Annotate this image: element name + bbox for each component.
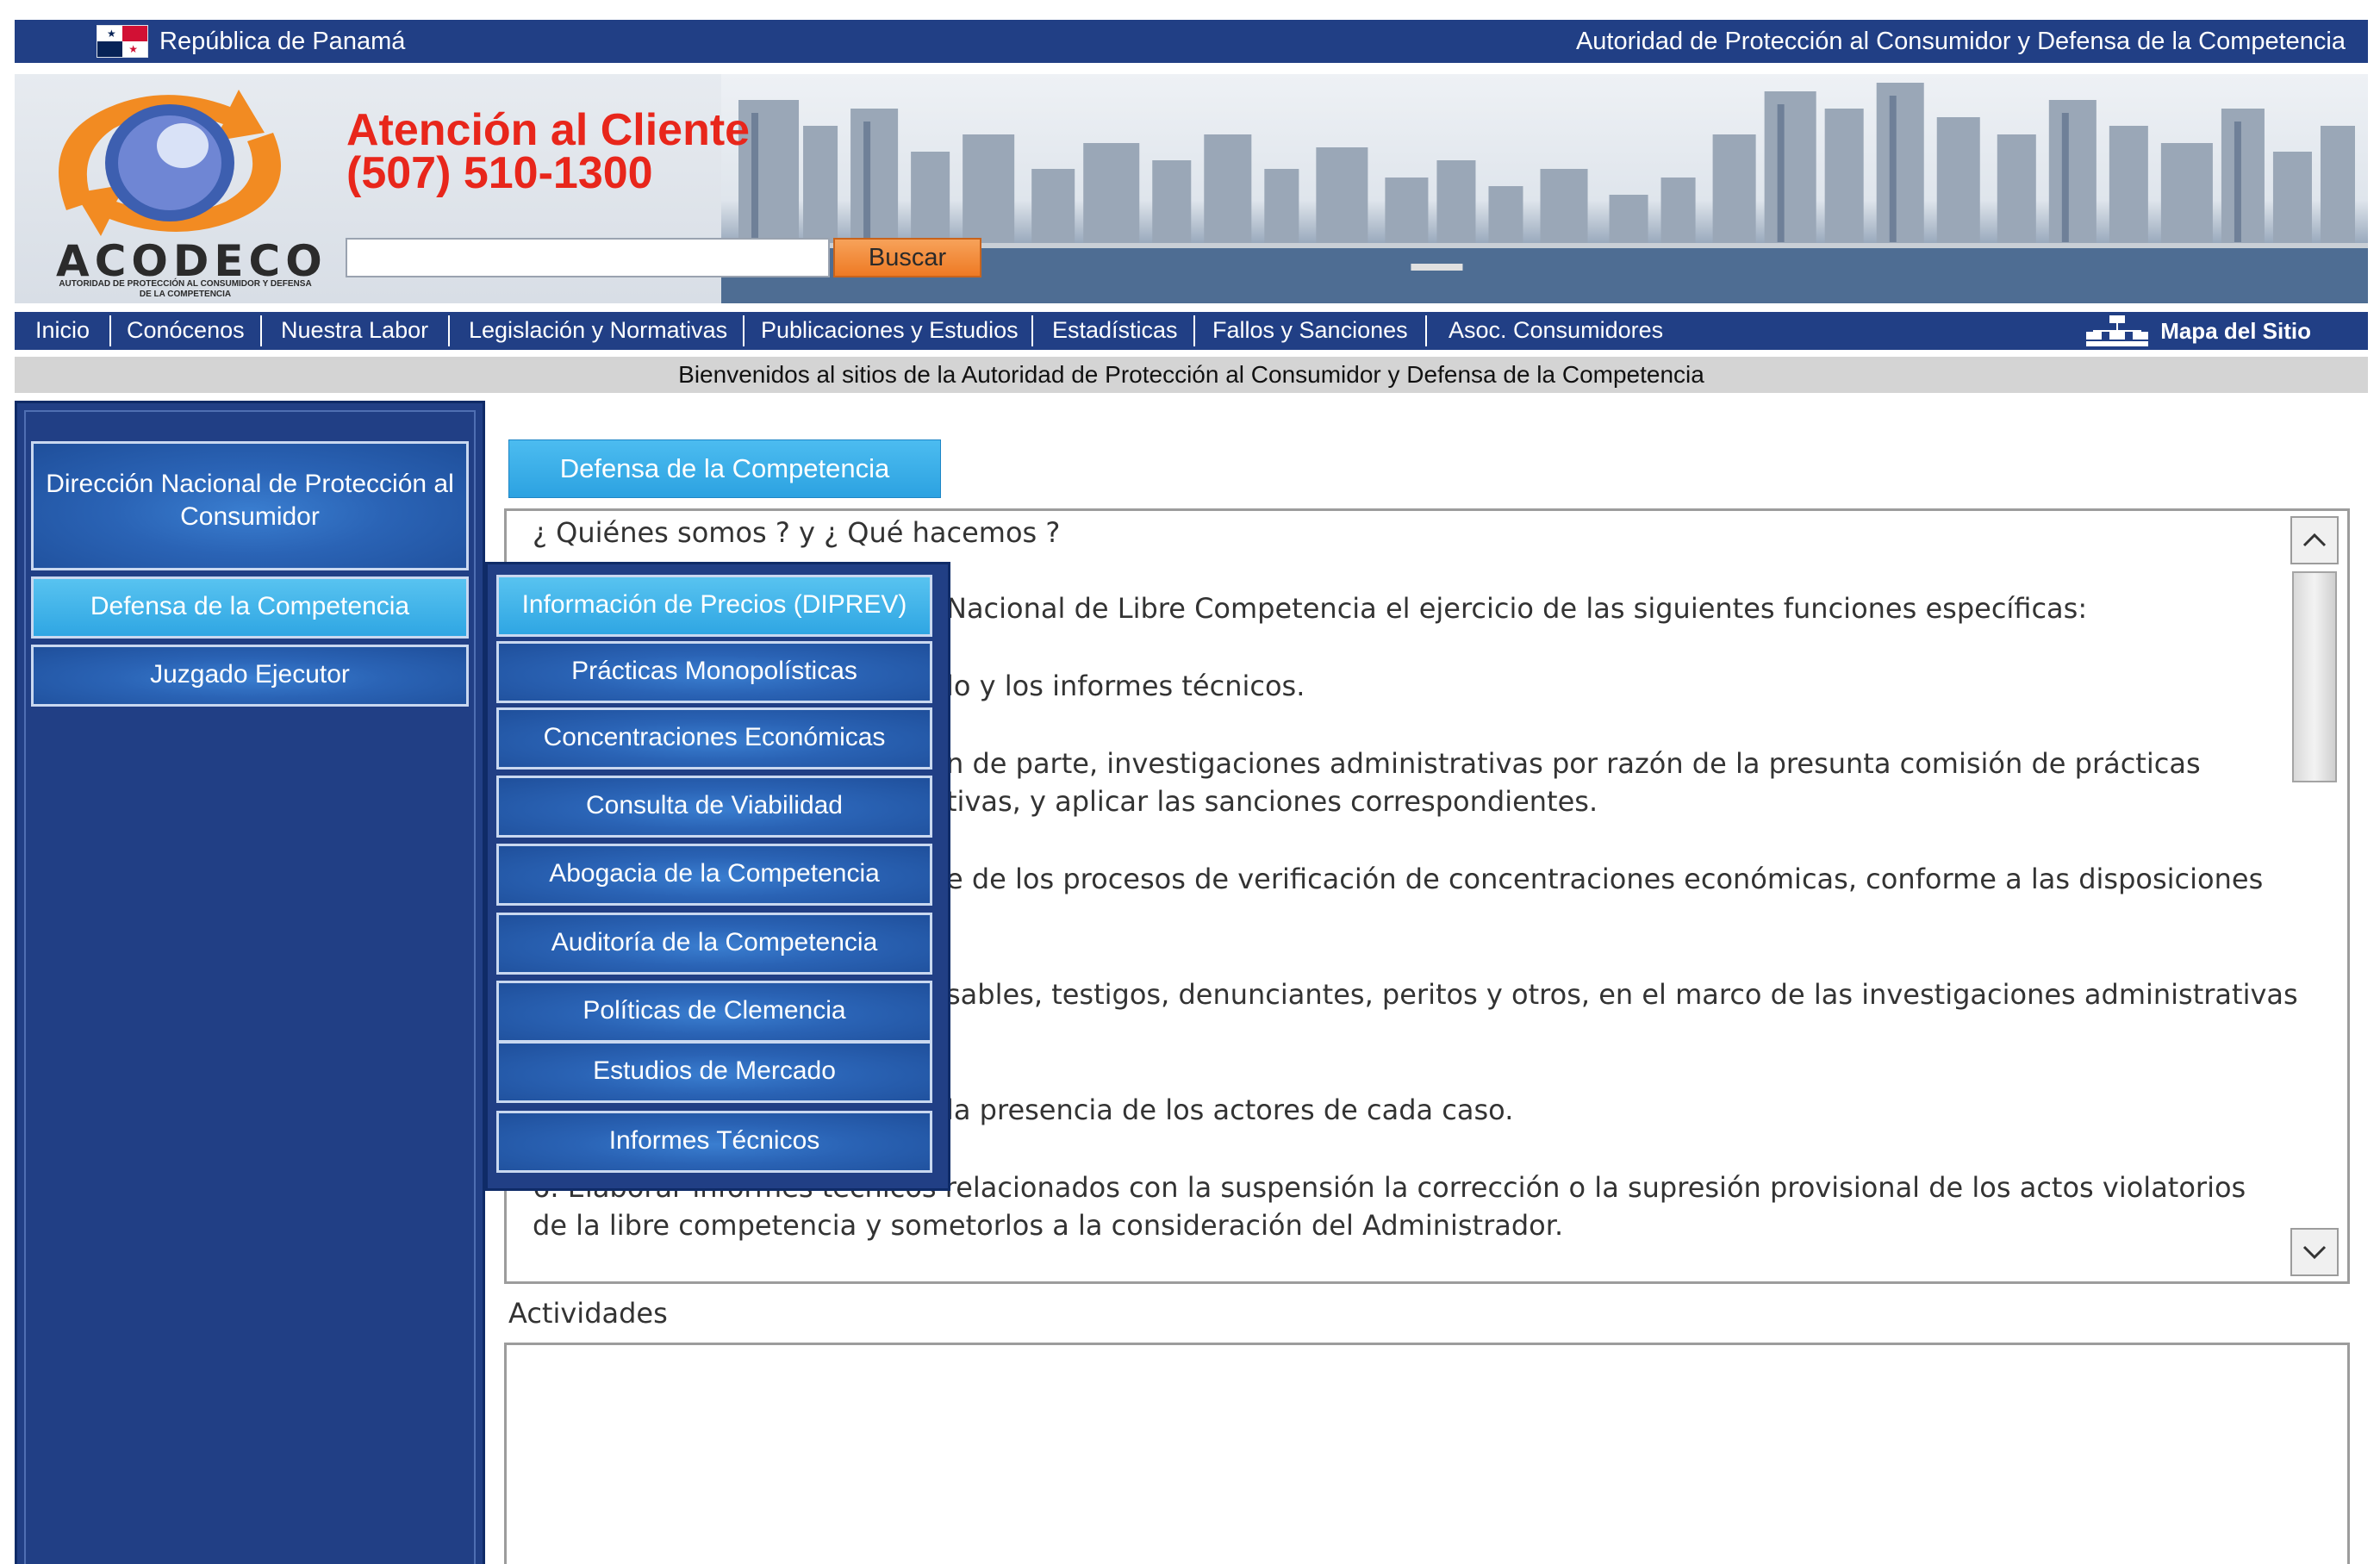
panama-flag-icon: ★ ★ <box>97 25 148 58</box>
submenu-item-abogacia[interactable]: Abogacia de la Competencia <box>496 844 932 906</box>
submenu-item-label: Consulta de Viabilidad <box>586 791 843 819</box>
sidebar-item-label: Defensa de la Competencia <box>90 592 410 620</box>
nav-separator <box>1193 315 1195 346</box>
scroll-down-button[interactable] <box>2290 1228 2339 1276</box>
content-line: ¿ Quiénes somos ? y ¿ Qué hacemos ? <box>533 516 1061 549</box>
nav-item-publicaciones[interactable]: Publicaciones y Estudios <box>761 312 1019 350</box>
chevron-down-icon <box>2302 1245 2327 1260</box>
nav-separator <box>260 315 262 346</box>
tab-defensa-competencia[interactable]: Defensa de la Competencia <box>508 439 941 498</box>
sitemap-label: Mapa del Sitio <box>2160 317 2311 344</box>
sidebar: Dirección Nacional de Protección al Cons… <box>15 401 485 1564</box>
content-line: tivas, y aplicar las sanciones correspon… <box>946 785 1598 818</box>
customer-service-phone: (507) 510-1300 <box>346 148 653 198</box>
nav-separator <box>1425 315 1427 346</box>
submenu-item-clemencia[interactable]: Políticas de Clemencia <box>496 981 932 1043</box>
nav-separator <box>448 315 450 346</box>
submenu-item-consulta-viabilidad[interactable]: Consulta de Viabilidad <box>496 776 932 838</box>
submenu-item-practicas-monopolisticas[interactable]: Prácticas Monopolísticas <box>496 641 932 703</box>
submenu-item-auditoria[interactable]: Auditoría de la Competencia <box>496 913 932 975</box>
scrollbar-thumb[interactable] <box>2292 571 2337 782</box>
activities-panel[interactable] <box>504 1343 2350 1564</box>
submenu-defensa-competencia: Información de Precios (DIPREV) Práctica… <box>485 562 950 1191</box>
nav-item-estadisticas[interactable]: Estadísticas <box>1052 312 1178 350</box>
nav-item-asoc-consumidores[interactable]: Asoc. Consumidores <box>1449 312 1663 350</box>
activities-heading: Actividades <box>508 1297 668 1330</box>
logo-subtitle: AUTORIDAD DE PROTECCIÓN AL CONSUMIDOR Y … <box>59 279 312 299</box>
welcome-banner: Bienvenidos al sitios de la Autoridad de… <box>15 357 2368 393</box>
content-line: n de parte, investigaciones administrati… <box>946 747 2201 780</box>
country-label: República de Panamá <box>159 28 406 55</box>
submenu-item-diprev[interactable]: Información de Precios (DIPREV) <box>496 575 932 637</box>
content-line: e de los procesos de verificación de con… <box>946 863 2264 895</box>
content-line: de la libre competencia y sometorlos a l… <box>533 1209 1564 1242</box>
sidebar-item-defensa-competencia[interactable]: Defensa de la Competencia <box>31 576 469 639</box>
top-bar: ★ ★ República de Panamá Autoridad de Prot… <box>15 20 2368 63</box>
main-nav: Inicio Conócenos Nuestra Labor Legislaci… <box>15 312 2368 350</box>
sidebar-item-label: Dirección Nacional de Protección al Cons… <box>46 470 454 531</box>
nav-item-nuestra-labor[interactable]: Nuestra Labor <box>281 312 428 350</box>
search-button[interactable]: Buscar <box>833 238 981 277</box>
submenu-item-label: Información de Precios (DIPREV) <box>521 590 907 619</box>
nav-item-conocenos[interactable]: Conócenos <box>127 312 245 350</box>
submenu-item-label: Informes Técnicos <box>608 1126 820 1155</box>
chevron-up-icon <box>2302 533 2327 547</box>
search-input[interactable] <box>346 238 830 277</box>
scroll-up-button[interactable] <box>2290 516 2339 564</box>
submenu-item-label: Concentraciones Económicas <box>543 723 886 751</box>
nav-item-legislacion[interactable]: Legislación y Normativas <box>469 312 727 350</box>
nav-item-inicio[interactable]: Inicio <box>35 312 90 350</box>
submenu-item-estudios-mercado[interactable]: Estudios de Mercado <box>496 1041 932 1103</box>
header-banner: ACODECO AUTORIDAD DE PROTECCIÓN AL CONSU… <box>15 74 2368 303</box>
content-line: Nacional de Libre Competencia el ejercic… <box>946 592 2088 625</box>
submenu-item-label: Prácticas Monopolísticas <box>571 657 857 685</box>
authority-label: Autoridad de Protección al Consumidor y … <box>1575 28 2346 55</box>
sitemap-icon <box>2086 315 2149 346</box>
nav-separator <box>1031 315 1033 346</box>
content-line: la presencia de los actores de cada caso… <box>946 1094 1514 1126</box>
sidebar-item-label: Juzgado Ejecutor <box>150 660 350 689</box>
submenu-item-label: Estudios de Mercado <box>593 1056 836 1085</box>
nav-item-fallos[interactable]: Fallos y Sanciones <box>1212 312 1408 350</box>
submenu-item-label: Políticas de Clemencia <box>583 996 846 1025</box>
sitemap-link[interactable]: Mapa del Sitio <box>2086 312 2311 350</box>
sidebar-item-juzgado-ejecutor[interactable]: Juzgado Ejecutor <box>31 645 469 707</box>
customer-service-label: Atención al Cliente <box>346 105 751 155</box>
nav-separator <box>743 315 745 346</box>
sidebar-item-proteccion-consumidor[interactable]: Dirección Nacional de Protección al Cons… <box>31 441 469 570</box>
submenu-item-label: Abogacia de la Competencia <box>549 859 880 888</box>
acodeco-logo[interactable]: ACODECO AUTORIDAD DE PROTECCIÓN AL CONSU… <box>32 81 322 299</box>
content-line: sables, testigos, denunciantes, peritos … <box>946 978 2298 1011</box>
submenu-item-label: Auditoría de la Competencia <box>551 928 878 956</box>
submenu-item-informes-tecnicos[interactable]: Informes Técnicos <box>496 1111 932 1173</box>
content-line: lo y los informes técnicos. <box>946 670 1305 702</box>
nav-separator <box>109 315 111 346</box>
submenu-item-concentraciones[interactable]: Concentraciones Económicas <box>496 707 932 770</box>
